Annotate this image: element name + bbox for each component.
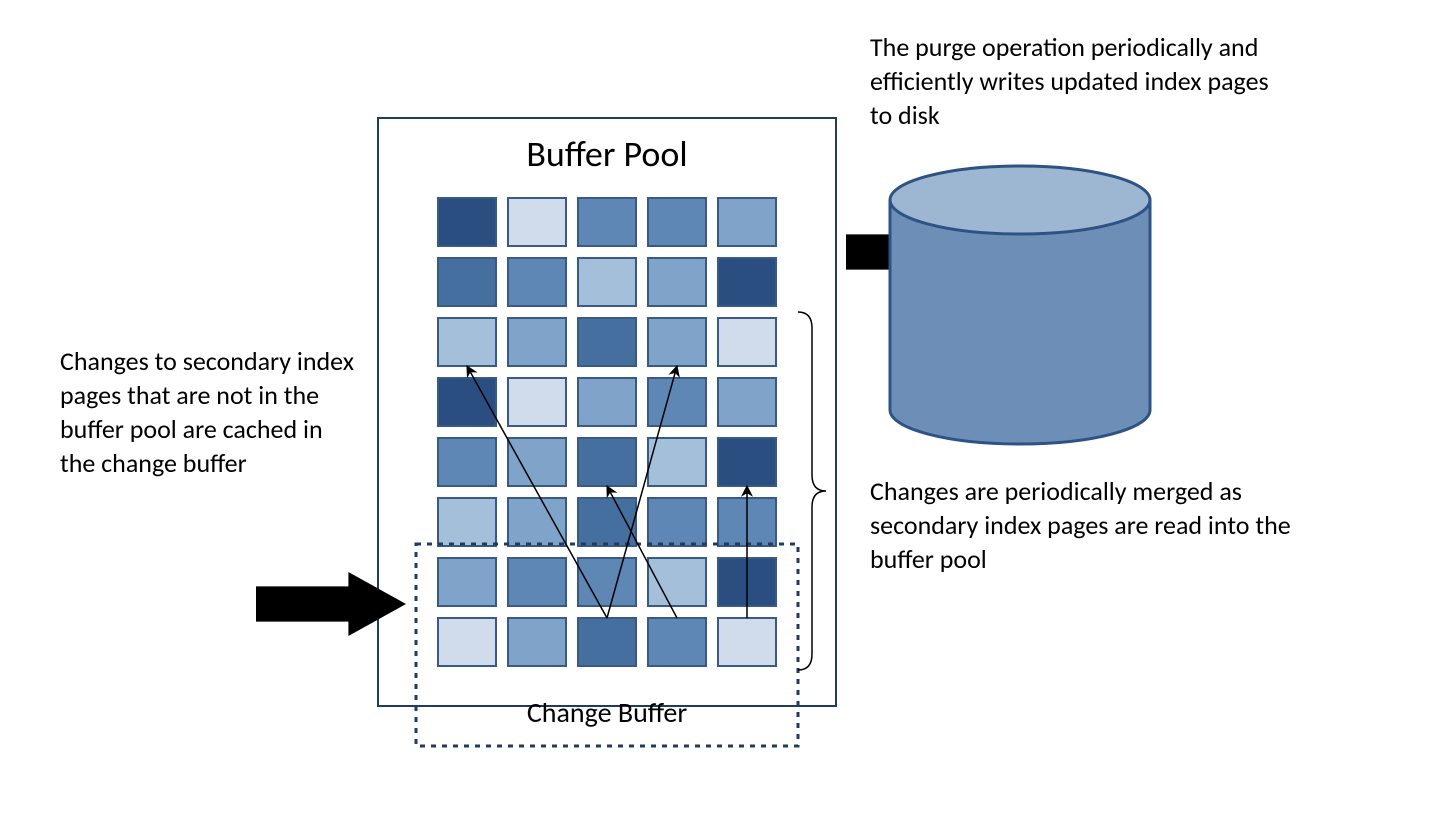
page-cell [718,438,776,486]
left-caption: Changes to secondary indexpages that are… [60,345,354,479]
page-cell [578,618,636,666]
page-cell [718,198,776,246]
page-cell [438,618,496,666]
page-cell [438,498,496,546]
page-cell [648,258,706,306]
page-cell [718,258,776,306]
page-cell [508,618,566,666]
page-cell [648,438,706,486]
page-cell [718,318,776,366]
page-cell [438,198,496,246]
page-cell [508,438,566,486]
page-cell [578,498,636,546]
page-cell [508,378,566,426]
page-cell [508,498,566,546]
page-cell [438,438,496,486]
page-cell [508,318,566,366]
page-cell [648,198,706,246]
page-cell [578,438,636,486]
disk-top [890,166,1150,234]
page-cell [648,498,706,546]
change-buffer-title: Change Buffer [527,695,687,730]
page-cell [508,558,566,606]
page-cell [648,378,706,426]
page-cell [718,378,776,426]
block-arrow [256,572,406,636]
page-cell [508,258,566,306]
page-cell [438,558,496,606]
right-caption: Changes are periodically merged assecond… [870,475,1291,575]
page-cell [718,618,776,666]
change-buffer-diagram: Buffer Pool Change Buffer Changes to secon… [0,0,1454,824]
page-cell [648,558,706,606]
page-cell [578,258,636,306]
top-right-caption: The purge operation periodically andeffi… [870,31,1269,131]
page-cell [648,618,706,666]
page-cell [578,378,636,426]
buffer-pool-title: Buffer Pool [526,132,687,176]
page-cell [438,258,496,306]
page-cell [578,318,636,366]
page-cell [648,318,706,366]
brace-icon [798,312,826,670]
page-cell [578,198,636,246]
page-cell [438,318,496,366]
page-cell [508,198,566,246]
